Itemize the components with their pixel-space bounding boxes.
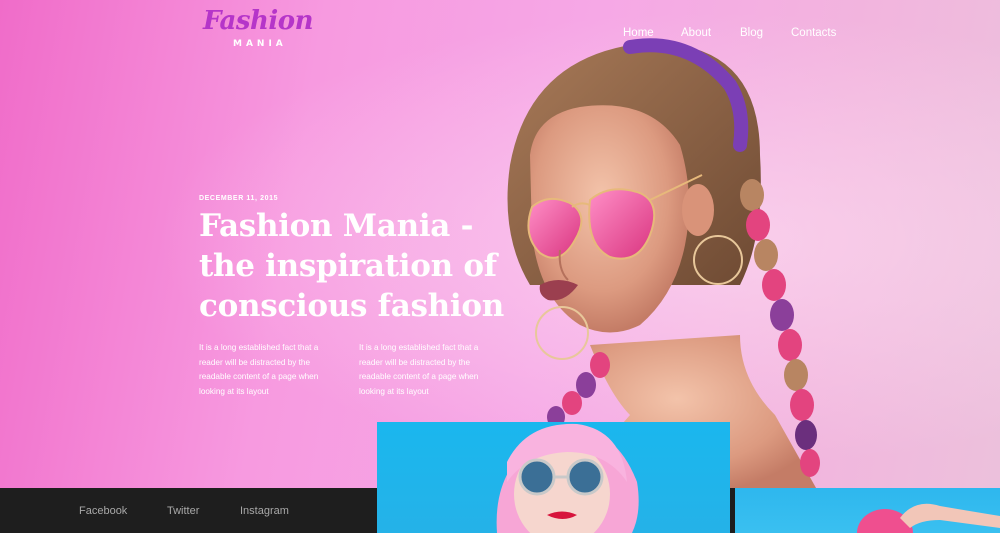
post-date: DECEMBER 11, 2015 xyxy=(199,195,279,202)
gallery-thumbnail-2[interactable] xyxy=(735,488,1000,533)
thumbnail-1-image xyxy=(496,423,639,533)
social-instagram-link[interactable]: Instagram xyxy=(240,505,289,517)
hero-paragraph-2: It is a long established fact that a rea… xyxy=(359,343,479,396)
logo-subtitle: MANIA xyxy=(233,39,287,49)
thumbnail-2-image xyxy=(857,503,1000,533)
logo-script-text: Fashion xyxy=(203,6,314,36)
brand-logo[interactable]: Fashion MANIA xyxy=(203,6,314,54)
hero-headline: Fashion Mania - the inspiration of consc… xyxy=(199,208,504,324)
hero-paragraph-1: It is a long established fact that a rea… xyxy=(199,343,319,396)
gallery-thumbnail-1[interactable] xyxy=(377,422,730,533)
social-facebook-link[interactable]: Facebook xyxy=(79,505,127,517)
social-twitter-link[interactable]: Twitter xyxy=(167,505,199,517)
